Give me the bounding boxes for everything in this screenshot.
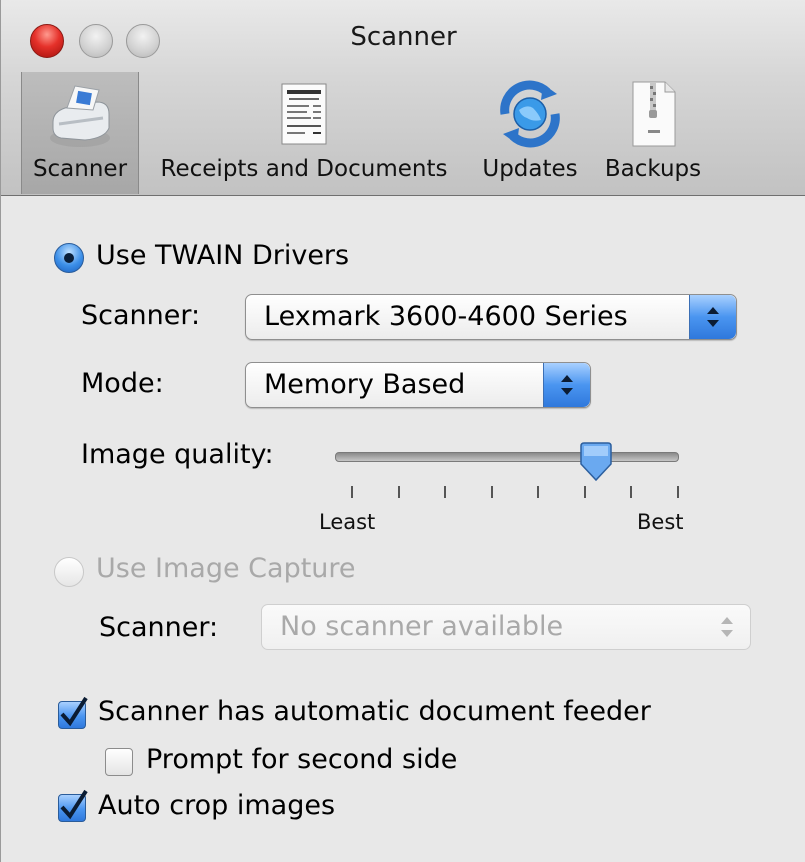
popup-arrows-icon [689, 295, 736, 339]
quality-min-label: Least [319, 510, 376, 534]
toolbar-label-backups: Backups [604, 156, 702, 182]
popup-arrows-icon [704, 605, 750, 649]
toolbar-item-scanner[interactable]: Scanner [21, 72, 139, 194]
zip-archive-icon [618, 78, 688, 150]
slider-tick [351, 486, 353, 498]
image-capture-radio[interactable] [54, 557, 84, 587]
image-quality-slider-thumb[interactable] [579, 442, 613, 482]
second-side-checkbox-label[interactable]: Prompt for second side [146, 744, 457, 775]
preferences-content: Use TWAIN Drivers Scanner: Lexmark 3600-… [1, 196, 805, 862]
twain-scanner-label: Scanner: [81, 300, 201, 331]
slider-ticks [335, 486, 679, 500]
globe-sync-icon [495, 78, 565, 150]
radio-dot [64, 253, 74, 263]
slider-tick [630, 486, 633, 498]
slider-tick [677, 486, 679, 498]
twain-scanner-value: Lexmark 3600-4600 Series [264, 301, 628, 332]
slider-tick [583, 486, 586, 498]
second-side-checkbox[interactable] [105, 748, 133, 776]
twain-radio[interactable] [54, 243, 84, 273]
popup-arrows-icon [543, 363, 590, 407]
slider-tick [490, 486, 493, 498]
image-capture-scanner-value: No scanner available [280, 611, 564, 642]
toolbar-item-receipts[interactable]: Receipts and Documents [147, 72, 461, 194]
twain-radio-label[interactable]: Use TWAIN Drivers [96, 240, 349, 271]
adf-checkbox-label[interactable]: Scanner has automatic document feeder [98, 696, 651, 727]
toolbar-item-backups[interactable]: Backups [597, 72, 709, 194]
image-quality-slider-track[interactable] [335, 452, 679, 462]
mode-popup[interactable]: Memory Based [245, 362, 591, 408]
slider-tick [444, 486, 447, 498]
autocrop-checkbox[interactable] [58, 789, 88, 822]
twain-scanner-popup[interactable]: Lexmark 3600-4600 Series [245, 294, 737, 340]
adf-checkbox[interactable] [58, 696, 88, 729]
slider-tick [397, 486, 400, 498]
toolbar-item-updates[interactable]: Updates [473, 72, 587, 194]
receipt-document-icon [269, 78, 339, 150]
mode-label: Mode: [81, 368, 164, 399]
autocrop-checkbox-label[interactable]: Auto crop images [98, 790, 335, 821]
toolbar-label-updates: Updates [482, 156, 578, 182]
preferences-window: Scanner Scanner Receipts and Documents U… [0, 0, 805, 862]
mode-value: Memory Based [264, 369, 466, 400]
quality-max-label: Best [637, 510, 684, 534]
window-title: Scanner [350, 22, 457, 52]
scanner-icon [45, 78, 115, 150]
checkmark-icon [60, 789, 88, 820]
image-capture-scanner-popup[interactable]: No scanner available [261, 604, 751, 650]
image-capture-radio-label[interactable]: Use Image Capture [96, 553, 356, 584]
toolbar-label-scanner: Scanner [32, 156, 128, 182]
image-capture-scanner-label: Scanner: [99, 612, 219, 643]
title-toolbar: Scanner Scanner Receipts and Documents U… [1, 0, 805, 196]
image-quality-label: Image quality: [81, 439, 274, 470]
slider-tick [537, 486, 540, 498]
toolbar-label-receipts: Receipts and Documents [160, 156, 448, 182]
checkmark-icon [60, 696, 88, 727]
